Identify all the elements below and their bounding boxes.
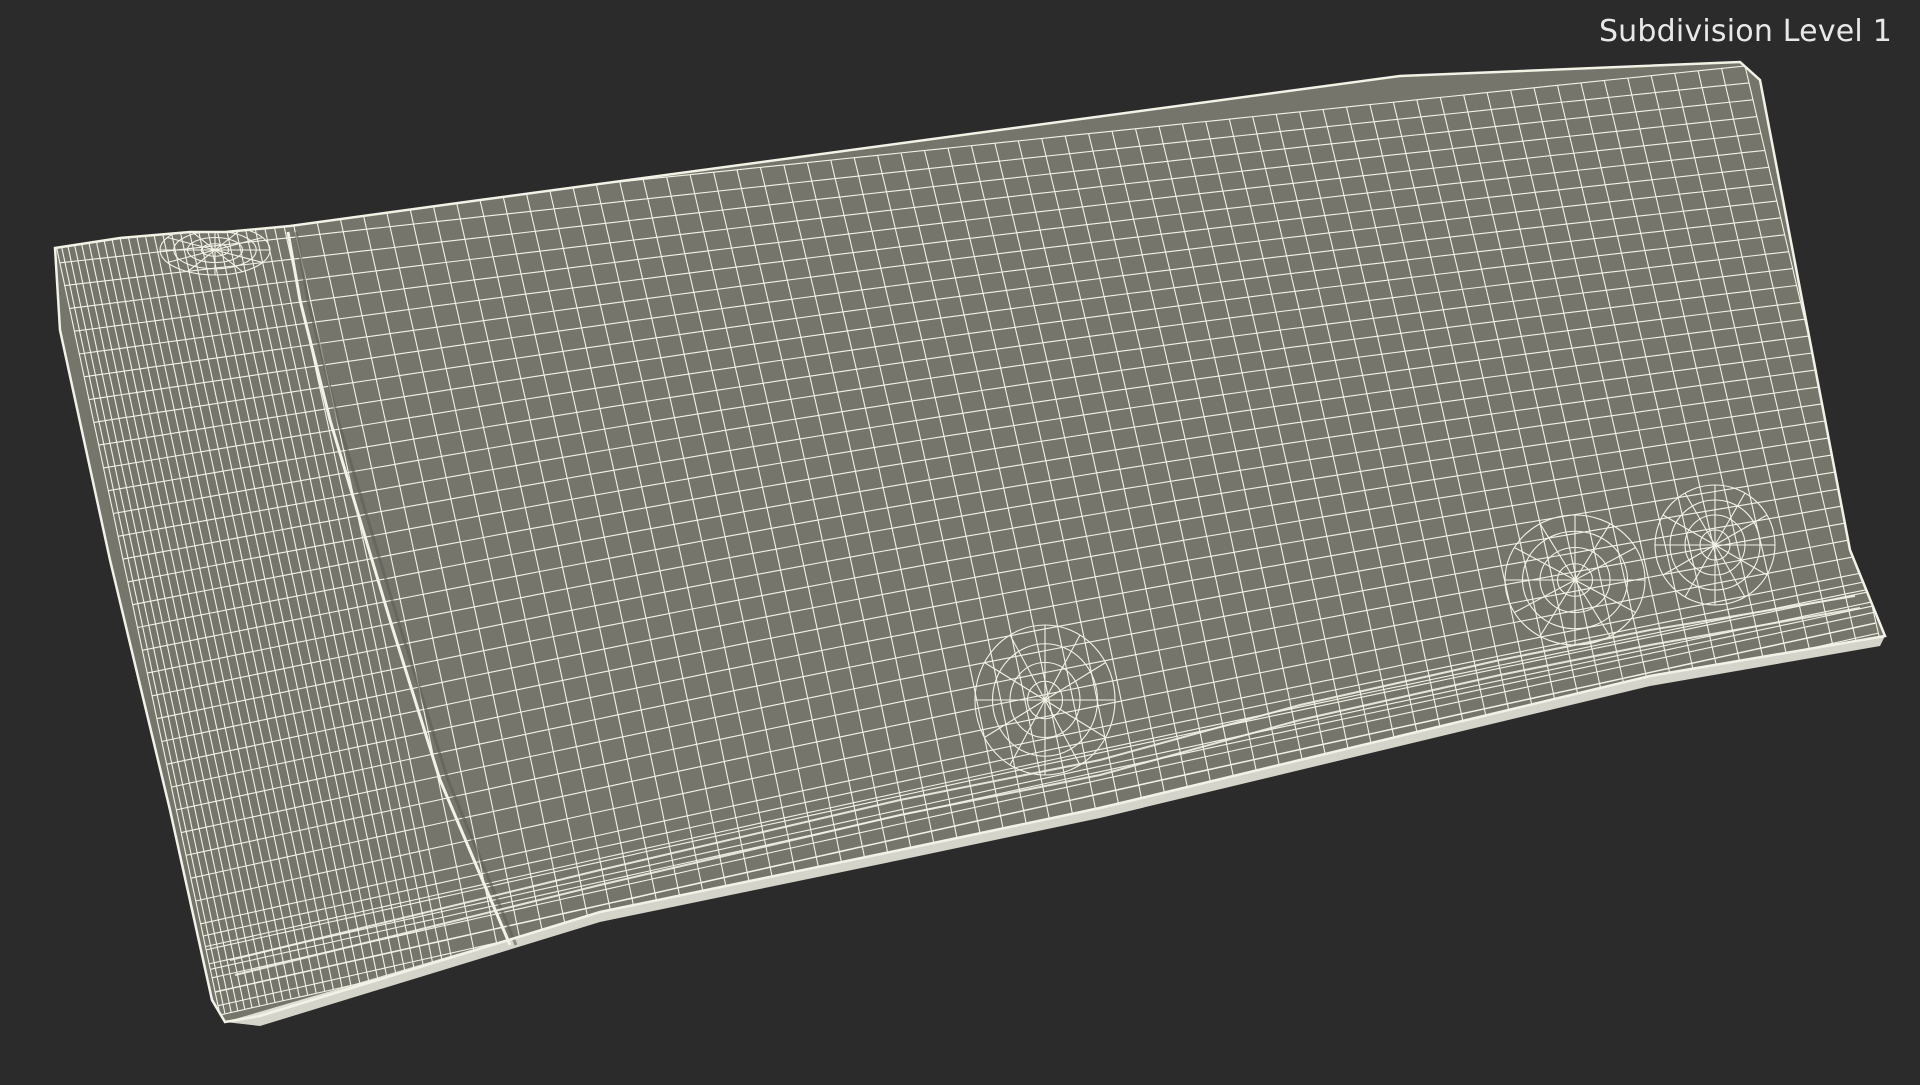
3d-viewport[interactable]: Subdivision Level 1 — [0, 0, 1920, 1080]
subdivision-level-label: Subdivision Level 1 — [1598, 14, 1892, 49]
pouch-wireframe-mesh — [53, 60, 1887, 1026]
